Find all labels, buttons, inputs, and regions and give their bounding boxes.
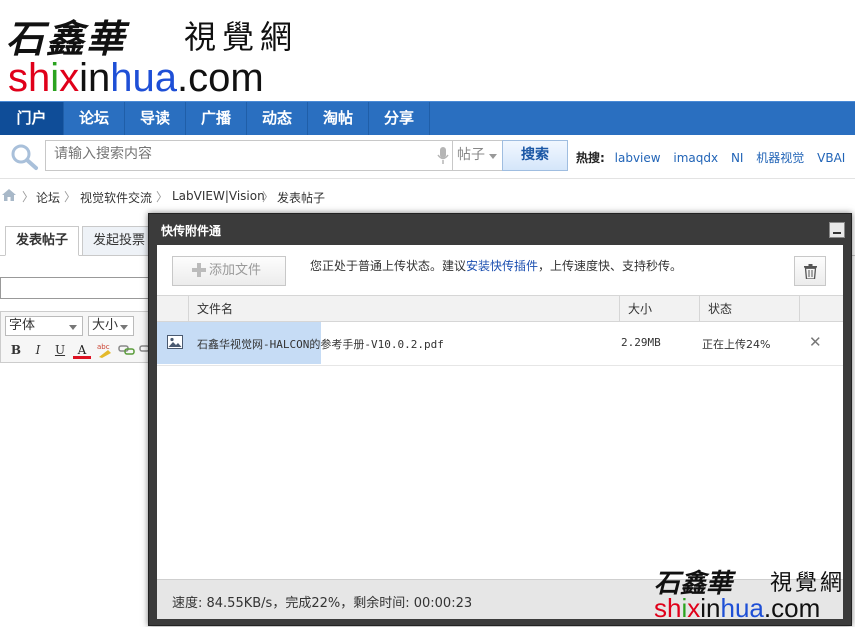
file-size: 2.29MB (621, 336, 661, 349)
clear-list-button[interactable] (794, 256, 826, 286)
nav-item-forum[interactable]: 论坛 (64, 102, 125, 135)
trash-icon (804, 264, 817, 279)
header-filename: 文件名 (188, 296, 619, 322)
logo-seal-text: 視覺網 (184, 18, 299, 56)
breadcrumb-item[interactable]: 视觉软件交流 (80, 189, 152, 206)
font-color-button[interactable]: A (73, 341, 91, 359)
header-status: 状态 (699, 296, 799, 322)
breadcrumb-item[interactable]: LabVIEW|Vision (172, 189, 265, 203)
hot-link[interactable]: VBAI (817, 151, 845, 165)
file-status: 正在上传24% (702, 338, 771, 351)
header-size: 大小 (619, 296, 699, 322)
close-icon[interactable]: ✕ (809, 333, 822, 351)
watermark-domain: shixinhua.com (654, 593, 821, 623)
breadcrumb-separator: 〉 (64, 190, 77, 204)
chevron-down-icon (489, 154, 497, 159)
breadcrumb-separator: 〉 (156, 190, 169, 204)
nav-item-guide[interactable]: 导读 (125, 102, 186, 135)
italic-button[interactable]: I (29, 341, 47, 359)
file-name: 石鑫华视觉网-HALCON的参考手册-V10.0.2.pdf (197, 338, 444, 351)
bold-button[interactable]: B (7, 341, 25, 359)
notice-text: 您正处于普通上传状态。建议 (310, 259, 467, 273)
breadcrumb-separator: 〉 (22, 190, 35, 204)
editor-toolbar: 字体 大小 B I U A abc (0, 311, 160, 363)
underline-button[interactable]: U (51, 341, 69, 359)
hot-searches: 热搜: labview imaqdx NI 机器视觉 VBAI (576, 149, 854, 166)
hot-link[interactable]: imaqdx (673, 151, 718, 165)
add-file-button[interactable]: 添加文件 (172, 256, 286, 286)
nav-item-portal[interactable]: 门户 (0, 102, 64, 135)
search-icon (11, 144, 38, 170)
search-scope-label: 帖子 (457, 147, 485, 163)
notice-text-end: ，上传速度快、支持秒传。 (538, 259, 683, 273)
breadcrumb-item: 发表帖子 (277, 191, 326, 205)
main-nav: 门户 论坛 导读 广播 动态 淘帖 分享 (0, 101, 855, 135)
install-plugin-link[interactable]: 安装快传插件 (466, 259, 538, 273)
search-input[interactable] (54, 146, 429, 162)
highlight-icon[interactable]: abc (96, 341, 114, 359)
link-icon[interactable] (118, 342, 136, 358)
file-list-header: 文件名 大小 状态 (157, 295, 843, 322)
subject-input[interactable] (0, 277, 160, 299)
svg-text:abc: abc (97, 343, 110, 351)
site-logo[interactable]: 石鑫華 視覺網 shixinhua.com (6, 8, 306, 100)
minimize-button[interactable] (829, 222, 845, 238)
search-box (45, 140, 453, 171)
size-select[interactable]: 大小 (88, 316, 134, 336)
image-file-icon (167, 335, 183, 349)
breadcrumb-separator: 〉 (262, 190, 275, 204)
search-button[interactable]: 搜索 (502, 140, 568, 171)
font-select-label: 字体 (9, 318, 36, 333)
add-file-label: 添加文件 (209, 263, 262, 278)
logo-domain: shixinhua.com (8, 56, 264, 100)
logo-calligraphy: 石鑫華 (6, 16, 127, 61)
upload-speed: 速度: 84.55KB/s，完成22%，剩余时间: 00:00:23 (172, 596, 473, 611)
font-select[interactable]: 字体 (5, 316, 83, 336)
plus-icon (192, 263, 206, 277)
hot-label: 热搜: (576, 151, 605, 165)
size-select-label: 大小 (92, 318, 119, 333)
upload-notice: 您正处于普通上传状态。建议安装快传插件，上传速度快、支持秒传。 (310, 257, 682, 274)
file-row[interactable]: 石鑫华视觉网-HALCON的参考手册-V10.0.2.pdf 2.29MB 正在… (157, 322, 843, 366)
nav-item-collections[interactable]: 淘帖 (308, 102, 369, 135)
hot-link[interactable]: NI (731, 151, 744, 165)
dialog-title: 快传附件通 (161, 224, 222, 238)
breadcrumb-item[interactable]: 论坛 (36, 189, 60, 206)
header-checkbox-col (157, 296, 188, 322)
breadcrumb: 〉 论坛 〉 视觉软件交流 〉 LabVIEW|Vision 〉 发表帖子 (0, 186, 855, 206)
hot-link[interactable]: 机器视觉 (756, 151, 804, 165)
chevron-down-icon (120, 325, 128, 330)
microphone-icon[interactable] (437, 147, 449, 165)
nav-item-broadcast[interactable]: 广播 (186, 102, 247, 135)
nav-item-share[interactable]: 分享 (369, 102, 430, 135)
hot-link[interactable]: labview (615, 151, 661, 165)
home-icon[interactable] (2, 189, 16, 201)
watermark-logo: 石鑫華 視覺網 shixinhua.com (652, 563, 852, 625)
tab-new-post[interactable]: 发表帖子 (5, 226, 80, 256)
tab-new-poll[interactable]: 发起投票 (82, 226, 157, 256)
header-action-col (799, 296, 843, 322)
search-scope-select[interactable]: 帖子 (453, 140, 503, 171)
chevron-down-icon (69, 325, 77, 330)
search-bar: 帖子 搜索 热搜: labview imaqdx NI 机器视觉 VBAI (0, 135, 855, 179)
nav-item-activity[interactable]: 动态 (247, 102, 308, 135)
